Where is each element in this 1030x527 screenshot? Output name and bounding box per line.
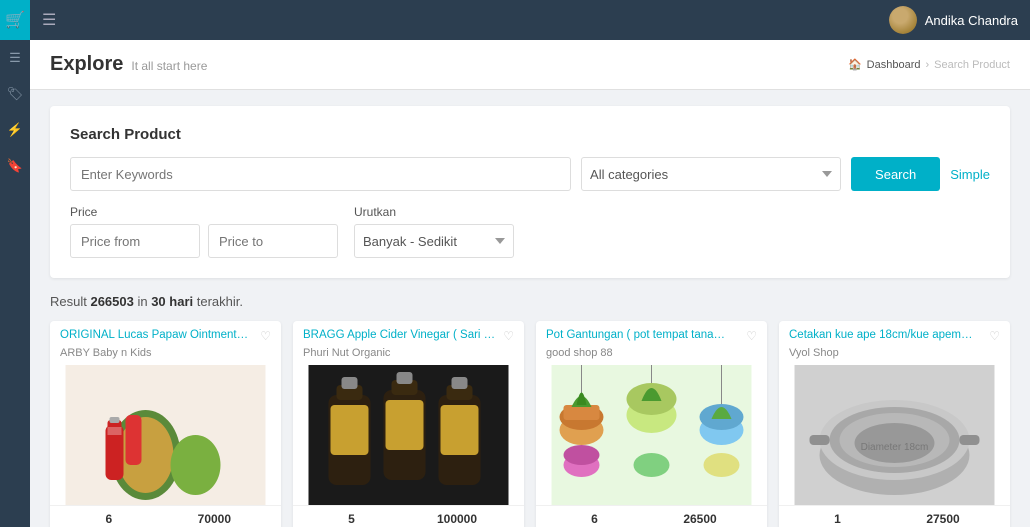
user-name: Andika Chandra [925, 13, 1018, 28]
page-subtitle: It all start here [131, 59, 207, 73]
product-card-header: ORIGINAL Lucas Papaw Ointment… ♡ [50, 321, 281, 347]
topbar-right: Andika Chandra [889, 6, 1018, 34]
product-card-header: BRAGG Apple Cider Vinegar ( Sari … ♡ [293, 321, 524, 347]
product-shop: Vyol Shop [779, 347, 1010, 365]
topbar-left: ☰ [42, 10, 56, 30]
product-card-header: Cetakan kue ape 18cm/kue apem… ♡ [779, 321, 1010, 347]
sold-count: 6 [106, 512, 113, 526]
product-name[interactable]: ORIGINAL Lucas Papaw Ointment… [60, 329, 254, 341]
heart-icon[interactable]: ♡ [260, 329, 271, 343]
product-price: 100000 JAKARTA [435, 512, 479, 527]
product-image [50, 365, 281, 505]
svg-text:Diameter 18cm: Diameter 18cm [861, 442, 929, 453]
sort-label: Urutkan [354, 205, 514, 219]
search-card-title: Search Product [70, 126, 990, 143]
sidebar-item-tag[interactable]: 🏷 [0, 76, 30, 112]
product-card: Pot Gantungan ( pot tempat tana… ♡ good … [536, 321, 767, 527]
hamburger-button[interactable]: ☰ [42, 10, 56, 30]
price-label: Price [70, 205, 338, 219]
sidebar-item-flash[interactable]: ⚡ [0, 112, 30, 148]
price-value: 100000 [437, 512, 477, 526]
product-card: BRAGG Apple Cider Vinegar ( Sari … ♡ Phu… [293, 321, 524, 527]
product-sold: 6 SOLD [581, 512, 608, 527]
search-card: Search Product All categories Search Sim… [50, 106, 1010, 278]
topbar: ☰ Andika Chandra [30, 0, 1030, 40]
logo-icon: 🛒 [5, 10, 25, 30]
search-button[interactable]: Search [851, 157, 940, 191]
product-price: 70000 CAKUNG [193, 512, 236, 527]
sidebar-item-menu[interactable]: ☰ [0, 40, 30, 76]
sort-group: Urutkan Banyak - Sedikit [354, 205, 514, 258]
product-image [536, 365, 767, 505]
breadcrumb-icon: 🏠 [848, 58, 862, 71]
page-title-area: Explore It all start here [50, 53, 207, 76]
avatar-image [889, 6, 917, 34]
breadcrumb-current: Search Product [934, 59, 1010, 71]
results-count: 266503 [90, 294, 133, 309]
flash-icon: ⚡ [7, 122, 23, 138]
product-footer: 5 SOLD 100000 JAKARTA [293, 505, 524, 527]
menu-icon: ☰ [9, 50, 21, 66]
sub-header: Explore It all start here 🏠 Dashboard › … [30, 40, 1030, 90]
product-image [293, 365, 524, 505]
product-image: Diameter 18cm [779, 365, 1010, 505]
sold-count: 1 [834, 512, 841, 526]
keyword-input[interactable] [70, 157, 571, 191]
main-area: ☰ Andika Chandra Explore It all start he… [30, 0, 1030, 527]
breadcrumb: 🏠 Dashboard › Search Product [848, 58, 1010, 71]
product-price: 27500 JAKARTA [921, 512, 965, 527]
price-value: 27500 [926, 512, 959, 526]
results-suffix: terakhir. [197, 294, 243, 309]
price-group: Price [70, 205, 338, 258]
price-value: 26500 [683, 512, 716, 526]
product-footer: 6 SOLD 26500 JAKARTA [536, 505, 767, 527]
sidebar: 🛒 ☰ 🏷 ⚡ 🔖 [0, 0, 30, 527]
sold-count: 5 [348, 512, 355, 526]
product-footer: 6 SOLD 70000 CAKUNG [50, 505, 281, 527]
product-grid: ORIGINAL Lucas Papaw Ointment… ♡ ARBY Ba… [50, 321, 1010, 527]
price-inputs [70, 224, 338, 258]
sold-count: 6 [591, 512, 598, 526]
price-from-input[interactable] [70, 224, 200, 258]
breadcrumb-home[interactable]: Dashboard [867, 59, 921, 71]
sidebar-item-bookmark[interactable]: 🔖 [0, 148, 30, 184]
sort-select[interactable]: Banyak - Sedikit [354, 224, 514, 258]
product-shop: good shop 88 [536, 347, 767, 365]
product-price: 26500 JAKARTA [678, 512, 722, 527]
product-footer: 1 SOLD 27500 JAKARTA [779, 505, 1010, 527]
product-name[interactable]: BRAGG Apple Cider Vinegar ( Sari … [303, 329, 497, 341]
product-sold: 5 SOLD [338, 512, 365, 527]
product-card: Cetakan kue ape 18cm/kue apem… ♡ Vyol Sh… [779, 321, 1010, 527]
heart-icon[interactable]: ♡ [989, 329, 1000, 343]
results-period: 30 hari [151, 294, 193, 309]
price-to-input[interactable] [208, 224, 338, 258]
product-card-header: Pot Gantungan ( pot tempat tana… ♡ [536, 321, 767, 347]
content: Search Product All categories Search Sim… [30, 90, 1030, 527]
results-header: Result 266503 in 30 hari terakhir. [50, 294, 1010, 309]
heart-icon[interactable]: ♡ [503, 329, 514, 343]
search-row2: Price Urutkan Banyak - Sedikit [70, 205, 990, 258]
tag-icon: 🏷 [7, 86, 24, 102]
sidebar-logo[interactable]: 🛒 [0, 0, 30, 40]
simple-button[interactable]: Simple [950, 167, 990, 182]
category-select[interactable]: All categories [581, 157, 841, 191]
page-title: Explore [50, 53, 123, 76]
product-sold: 6 SOLD [95, 512, 122, 527]
product-name[interactable]: Cetakan kue ape 18cm/kue apem… [789, 329, 983, 341]
bookmark-icon: 🔖 [7, 158, 23, 174]
product-sold: 1 SOLD [824, 512, 851, 527]
product-name[interactable]: Pot Gantungan ( pot tempat tana… [546, 329, 740, 341]
product-shop: Phuri Nut Organic [293, 347, 524, 365]
heart-icon[interactable]: ♡ [746, 329, 757, 343]
search-row1: All categories Search Simple [70, 157, 990, 191]
product-card: ORIGINAL Lucas Papaw Ointment… ♡ ARBY Ba… [50, 321, 281, 527]
product-shop: ARBY Baby n Kids [50, 347, 281, 365]
price-value: 70000 [198, 512, 231, 526]
breadcrumb-sep: › [926, 59, 930, 71]
avatar [889, 6, 917, 34]
